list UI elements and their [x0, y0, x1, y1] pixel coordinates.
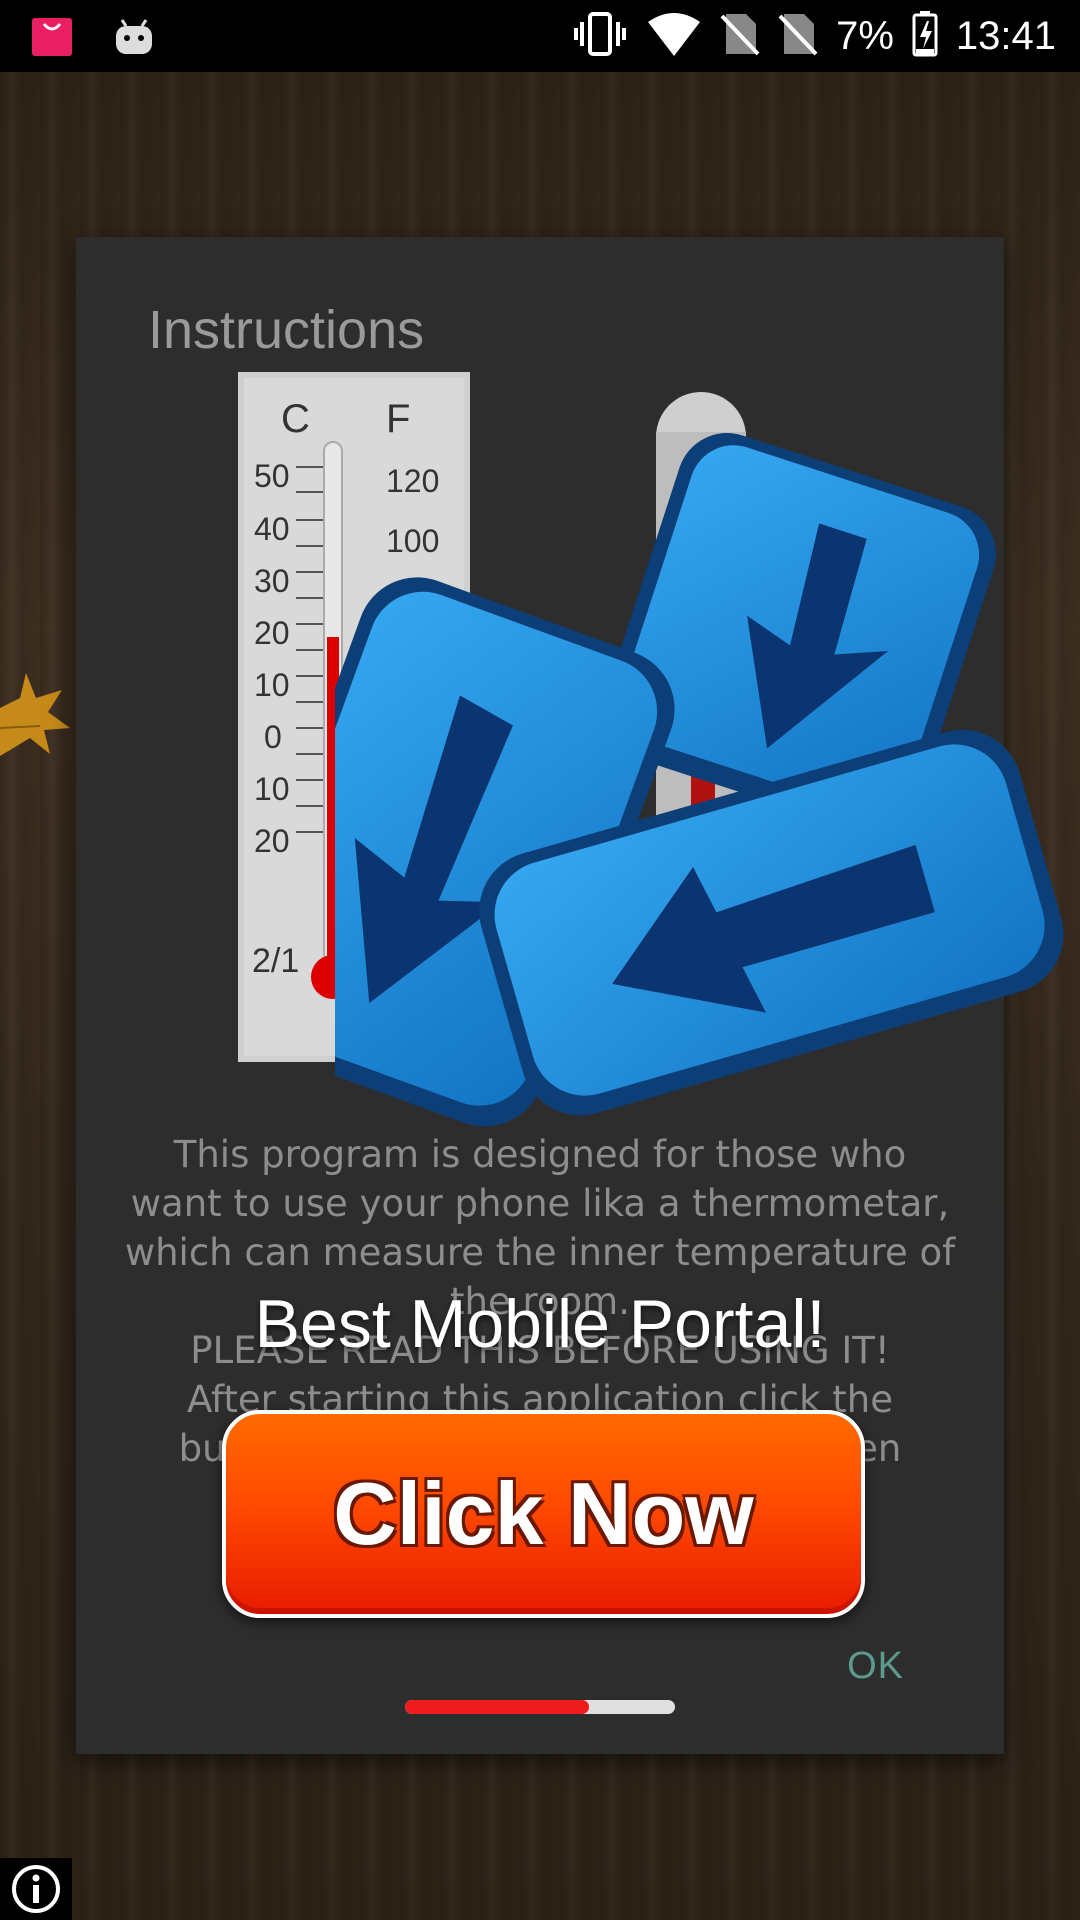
c-tick-label: 20: [254, 615, 290, 651]
ok-button[interactable]: OK: [847, 1645, 904, 1688]
c-tick-label: 0: [264, 719, 282, 755]
ad-progress-bar: [405, 1700, 675, 1714]
info-button[interactable]: [0, 1858, 72, 1920]
ad-headline: Best Mobile Portal!: [254, 1286, 826, 1362]
maple-leaf-icon: [0, 668, 72, 783]
no-sim-icon: [778, 12, 818, 61]
no-sim-icon: [720, 12, 760, 61]
c-tick-label: 10: [254, 667, 290, 703]
c-tick-label: 40: [254, 511, 290, 547]
c-tick-label: 10: [254, 771, 290, 807]
wifi-icon: [646, 12, 702, 61]
shopping-bag-icon: [30, 14, 74, 63]
c-tick-label: 20: [254, 823, 290, 859]
dialog-title: Instructions: [148, 300, 425, 360]
maker-mark: 2/1: [252, 942, 299, 980]
battery-charging-icon: [912, 10, 938, 62]
status-bar: 7% 13:41: [0, 0, 1080, 72]
c-tick-label: 30: [254, 563, 290, 599]
celsius-label: C: [281, 397, 310, 441]
vibrate-icon: [572, 11, 628, 61]
c-tick-label: 50: [254, 458, 290, 494]
info-icon: [12, 1865, 60, 1913]
battery-percent: 7%: [836, 13, 894, 58]
ad-progress-fill: [405, 1700, 589, 1714]
android-icon: [114, 14, 154, 63]
click-now-button[interactable]: Click Now: [222, 1410, 865, 1618]
clock: 13:41: [955, 13, 1056, 58]
click-now-label: Click Now: [333, 1464, 754, 1563]
cube-logo-icon[interactable]: [227, 400, 1080, 1205]
